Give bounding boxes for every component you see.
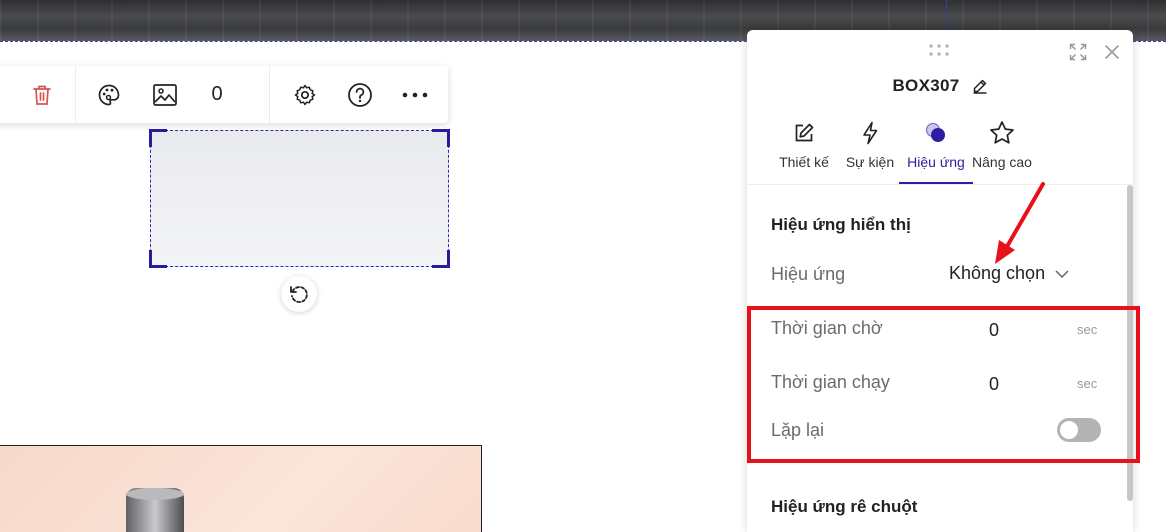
background-color-button[interactable]	[94, 66, 124, 123]
edit-icon	[795, 123, 814, 142]
rename-icon[interactable]	[972, 78, 988, 94]
tabs-divider	[747, 184, 1133, 185]
toolbar-count: 0	[211, 83, 223, 105]
effect-icon	[926, 123, 945, 142]
image-icon	[153, 83, 177, 106]
tab-label: Nâng cao	[972, 154, 1032, 170]
repeat-label: Lặp lại	[771, 420, 825, 440]
settings-button[interactable]	[292, 66, 318, 123]
help-button[interactable]	[346, 66, 374, 123]
effect-label: Hiệu ứng	[771, 264, 846, 284]
element-toolbar: 0	[0, 66, 448, 123]
guide-line-vertical	[946, 0, 947, 28]
product-image	[126, 488, 184, 532]
product-image-block[interactable]	[0, 445, 482, 532]
toolbar-separator	[75, 66, 76, 123]
resize-handle[interactable]	[432, 250, 450, 268]
rotate-icon	[290, 286, 308, 303]
duration-unit: sec	[1077, 376, 1098, 391]
display-effects-title: Hiệu ứng hiển thị	[771, 215, 911, 234]
resize-handle[interactable]	[432, 129, 450, 147]
repeat-toggle[interactable]	[1057, 418, 1101, 442]
palette-icon	[98, 84, 120, 105]
chevron-down-icon	[1055, 269, 1069, 278]
more-button[interactable]	[400, 66, 430, 123]
effect-select[interactable]: Không chọn	[949, 263, 1069, 284]
tab-label: Sự kiện	[845, 154, 895, 170]
trash-icon	[33, 85, 51, 105]
close-button[interactable]	[1102, 42, 1122, 62]
tab-label: Thiết kế	[779, 154, 829, 170]
selected-box-element[interactable]	[149, 129, 450, 268]
lightning-icon	[863, 121, 878, 145]
tab-events[interactable]: Sự kiện	[839, 118, 901, 185]
gear-icon	[294, 84, 316, 105]
tab-advanced[interactable]: Nâng cao	[971, 118, 1033, 185]
delay-input[interactable]: 0	[989, 320, 999, 341]
tab-effects[interactable]: Hiệu ứng	[899, 118, 973, 185]
duration-label: Thời gian chạy	[771, 372, 890, 392]
tab-label: Hiệu ứng	[907, 154, 965, 170]
hover-effects-title: Hiệu ứng rê chuột	[771, 497, 918, 516]
more-icon	[402, 92, 428, 97]
star-icon	[990, 121, 1014, 144]
panel-title-row: BOX307	[747, 76, 1133, 96]
close-icon	[1105, 45, 1119, 59]
image-button[interactable]	[150, 66, 180, 123]
resize-handle[interactable]	[149, 129, 167, 147]
help-icon	[348, 82, 372, 107]
drag-dots-icon	[929, 44, 949, 56]
effect-select-value: Không chọn	[949, 263, 1046, 283]
element-name: BOX307	[892, 76, 960, 95]
panel-tabs: Thiết kế Sự kiện Hiệu ứng Nâng cao	[773, 118, 1033, 185]
properties-panel: BOX307 Thiết kế Sự kiện Hiệu ứng Nâng ca…	[747, 30, 1133, 532]
drag-handle[interactable]	[928, 43, 950, 62]
toolbar-separator	[269, 66, 270, 123]
delete-button[interactable]	[26, 66, 58, 123]
rotate-handle[interactable]	[281, 276, 317, 312]
delay-label: Thời gian chờ	[771, 318, 883, 338]
expand-button[interactable]	[1068, 42, 1088, 62]
panel-scrollbar[interactable]	[1127, 185, 1133, 501]
duration-input[interactable]: 0	[989, 374, 999, 395]
resize-handle[interactable]	[149, 250, 167, 268]
expand-icon	[1069, 43, 1087, 61]
delay-unit: sec	[1077, 322, 1098, 337]
tab-design[interactable]: Thiết kế	[773, 118, 835, 185]
